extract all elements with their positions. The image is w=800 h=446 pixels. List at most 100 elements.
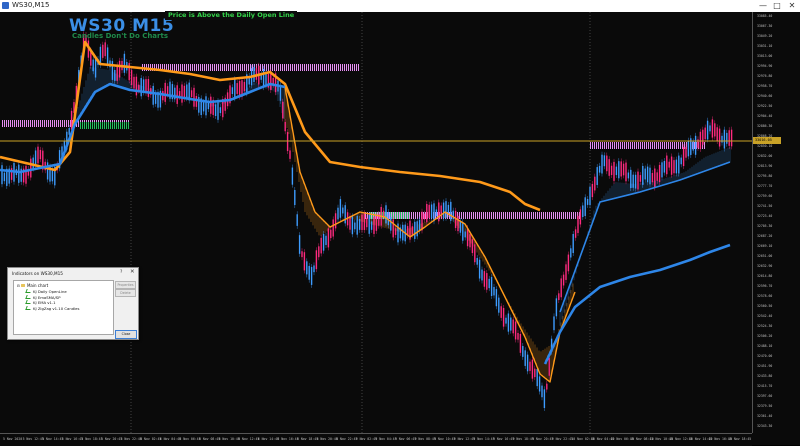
candle-body	[706, 120, 709, 140]
candle-body	[176, 85, 178, 104]
tree-item[interactable]: KJ Daily OpenLine	[25, 289, 67, 294]
supply-zone	[248, 64, 249, 71]
demand-zone	[124, 122, 125, 129]
candle-body	[466, 228, 469, 247]
candle-body	[361, 214, 363, 231]
supply-zone	[334, 64, 335, 71]
supply-zone	[565, 212, 566, 219]
price-tick-label: 32560.50	[757, 304, 773, 308]
price-tick-label: 32850.10	[757, 144, 773, 148]
supply-zone	[515, 212, 516, 219]
tree-root-label: Main chart	[26, 283, 49, 288]
candle-body	[656, 172, 658, 181]
price-chart[interactable]	[0, 12, 752, 433]
price-tick-label: 32415.70	[757, 384, 773, 388]
price-tick-label: 33031.10	[757, 44, 773, 48]
minimize-button[interactable]: —	[756, 0, 770, 12]
time-tick-label: 6 Nov 20:45	[316, 437, 338, 441]
time-tick-label: 6 Nov 04:45	[159, 437, 181, 441]
candle-body	[435, 209, 438, 217]
price-axis[interactable]: 33085.40 33067.30 33049.20 33031.10 33013.00…	[752, 12, 800, 433]
candle-body	[670, 156, 673, 175]
supply-zone	[533, 212, 534, 219]
candle-body	[325, 235, 327, 245]
supply-zone	[648, 142, 649, 149]
time-tick-label: 9 Nov 22:45	[551, 437, 573, 441]
supply-zone	[294, 64, 295, 71]
supply-zone	[547, 212, 548, 219]
supply-zone	[188, 64, 189, 71]
supply-zone	[469, 212, 470, 219]
supply-zone	[44, 120, 45, 127]
help-icon[interactable]: ?	[120, 270, 122, 275]
supply-zone	[190, 64, 191, 71]
tree-item[interactable]: KJ EmaSMA/SP	[25, 294, 61, 300]
tree-root-main-chart[interactable]: ⊟ Main chart	[17, 283, 48, 288]
price-tick-label: 32361.40	[757, 414, 773, 418]
candle-body	[721, 135, 723, 143]
tree-item-label: KJ ZigZag v1.10 Candles	[33, 305, 80, 311]
candle-body	[505, 317, 507, 324]
candle-body	[390, 216, 392, 231]
candle-body	[262, 68, 265, 88]
supply-zone	[240, 64, 241, 71]
demand-zone	[408, 212, 409, 219]
supply-zone	[274, 64, 275, 71]
supply-zone	[234, 64, 235, 71]
supply-zone	[513, 212, 514, 219]
supply-zone	[559, 212, 560, 219]
supply-zone	[204, 64, 205, 71]
candle-body	[442, 202, 445, 219]
indicator-tree[interactable]: ⊟ Main chart KJ Daily OpenLine KJ EmaSMA/…	[13, 280, 114, 335]
time-tick-label: 9 Nov 02:45	[355, 437, 377, 441]
demand-zone	[114, 122, 115, 129]
candle-body	[450, 201, 452, 221]
time-tick-label: 9 Nov 10:45	[434, 437, 456, 441]
supply-zone	[489, 212, 490, 219]
supply-zone	[668, 142, 669, 149]
close-button[interactable]: Close	[115, 330, 137, 339]
time-axis[interactable]: 5 Nov 2020 5 Nov 12:45 5 Nov 14:45 5 Nov 16…	[0, 433, 752, 446]
time-tick-label: 6 Nov 12:45	[238, 437, 260, 441]
dialog-close-icon[interactable]: ✕	[130, 269, 135, 275]
candle-body	[68, 128, 70, 135]
candle-body	[18, 164, 20, 183]
supply-zone	[216, 64, 217, 71]
candle-body	[555, 298, 558, 317]
candle-body	[546, 383, 548, 390]
candle-body	[642, 165, 644, 185]
candle-body	[471, 239, 474, 254]
candle-body	[603, 155, 606, 167]
supply-zone	[405, 212, 406, 219]
candle-body	[481, 269, 483, 281]
collapse-icon[interactable]: ⊟	[17, 284, 20, 288]
maximize-button[interactable]: □	[770, 0, 784, 12]
close-button-window[interactable]: ✕	[785, 0, 799, 12]
candle-body	[133, 76, 135, 89]
supply-zone	[62, 120, 63, 127]
demand-zone	[120, 122, 121, 129]
candle-body	[584, 197, 586, 216]
tree-item[interactable]: KJ EMA v1.1	[25, 300, 56, 305]
candle-body	[402, 224, 404, 241]
candle-body	[236, 83, 238, 94]
candle-body	[666, 155, 668, 175]
properties-button[interactable]: Properties	[115, 281, 136, 289]
demand-zone	[394, 212, 395, 219]
supply-zone	[2, 120, 3, 127]
supply-zone	[505, 212, 506, 219]
demand-zone	[92, 122, 93, 129]
candle-body	[637, 171, 639, 190]
supply-zone	[322, 64, 323, 71]
delete-button[interactable]: Delete	[115, 289, 136, 297]
candle-body	[459, 221, 462, 233]
supply-zone	[174, 64, 175, 71]
candle-body	[562, 274, 565, 286]
supply-zone	[10, 120, 11, 127]
demand-zone	[400, 212, 401, 219]
price-tick-label: 32705.30	[757, 224, 773, 228]
price-tick-label: 32687.20	[757, 234, 773, 238]
price-tick-label: 32397.60	[757, 394, 773, 398]
candle-body	[574, 229, 577, 238]
tree-item[interactable]: KJ ZigZag v1.10 Candles	[25, 305, 80, 311]
